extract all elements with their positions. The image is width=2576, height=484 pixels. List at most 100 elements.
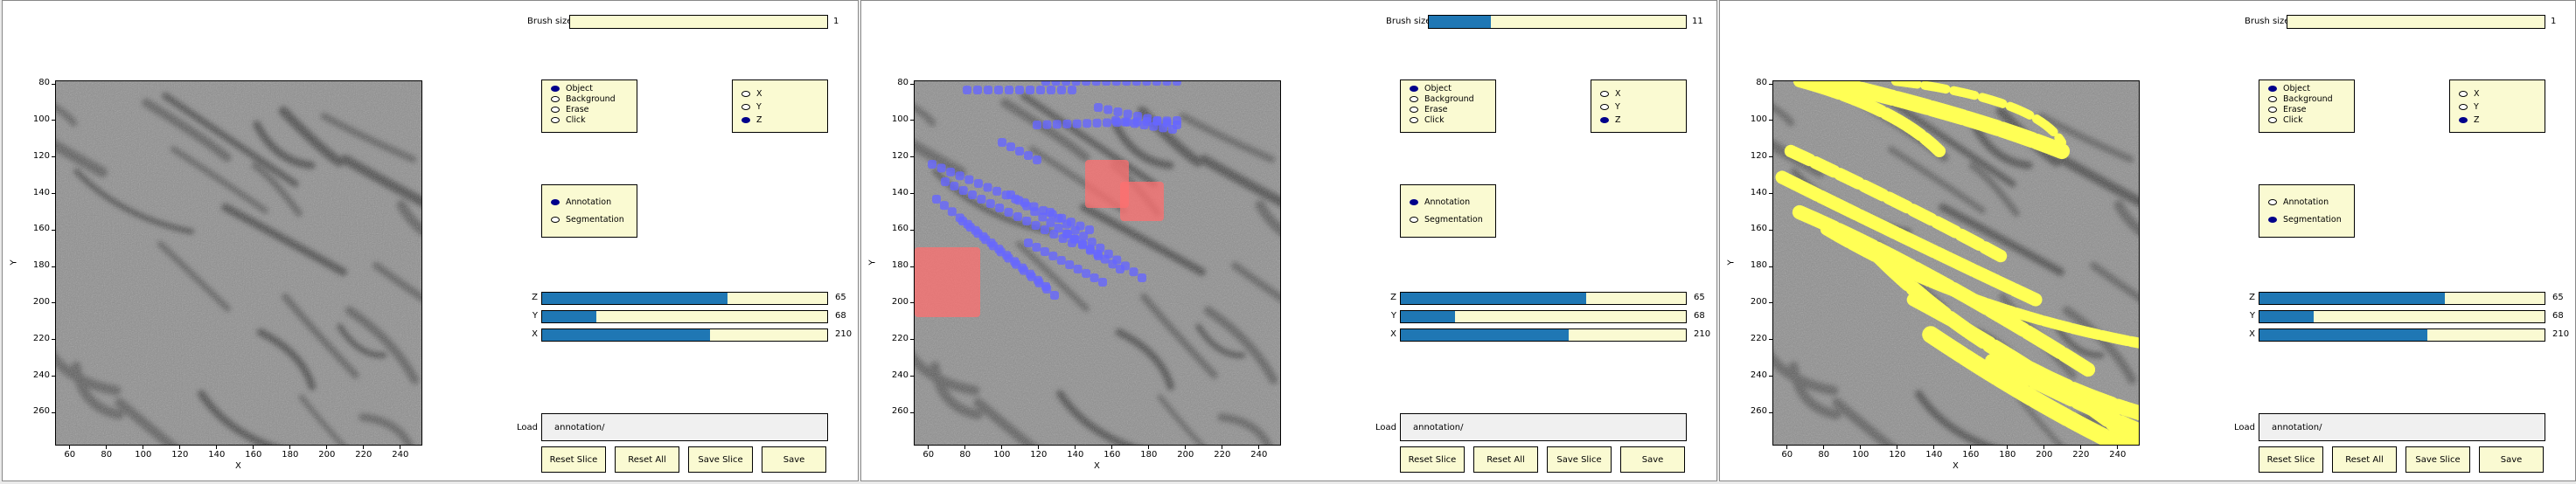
mode-option-erase[interactable]: Erase (2268, 105, 2352, 115)
radio-axis-y[interactable] (1600, 104, 1609, 110)
slider-x[interactable] (1400, 328, 1687, 342)
mode-option-click[interactable]: Click (1410, 115, 1493, 126)
view-option-label: Annotation (566, 197, 612, 207)
axis-option-y[interactable]: Y (2459, 102, 2511, 113)
slider-z[interactable] (1400, 292, 1687, 305)
reset-slice-button[interactable]: Reset Slice (2259, 446, 2323, 473)
axis-option-x[interactable]: X (741, 89, 794, 100)
slider-y[interactable] (2259, 310, 2545, 323)
axis-option-x[interactable]: X (2459, 89, 2511, 100)
image-plot[interactable] (1772, 80, 2140, 446)
mode-option-background[interactable]: Background (2268, 94, 2352, 105)
radio-background[interactable] (1410, 96, 1418, 102)
radio-object[interactable] (2268, 86, 2277, 92)
reset-slice-button[interactable]: Reset Slice (1400, 446, 1465, 473)
view-option-annotation[interactable]: Annotation (2268, 197, 2352, 208)
load-path-input[interactable]: annotation/ (541, 413, 828, 441)
save-slice-button[interactable]: Save Slice (688, 446, 753, 473)
axis-option-x[interactable]: X (1600, 89, 1653, 100)
mode-option-click[interactable]: Click (2268, 115, 2352, 126)
mode-option-click[interactable]: Click (551, 115, 635, 126)
radio-object[interactable] (551, 86, 560, 92)
brush-size-value: 1 (833, 17, 839, 26)
slider-y[interactable] (541, 310, 828, 323)
view-option-annotation[interactable]: Annotation (551, 197, 635, 208)
image-plot[interactable] (55, 80, 422, 446)
radio-erase[interactable] (1410, 107, 1418, 113)
radio-axis-z[interactable] (1600, 117, 1609, 123)
radio-axis-x[interactable] (1600, 91, 1609, 97)
reset-all-button[interactable]: Reset All (615, 446, 679, 473)
load-path-input[interactable]: annotation/ (2259, 413, 2545, 441)
slider-fill (2259, 329, 2428, 341)
object-annotation-dot (1047, 86, 1055, 94)
radio-view-segmentation[interactable] (1410, 217, 1418, 223)
save-slice-button[interactable]: Save Slice (1547, 446, 1612, 473)
brush-size-slider[interactable] (569, 15, 828, 29)
view-option-annotation[interactable]: Annotation (1410, 197, 1493, 208)
image-plot[interactable] (914, 80, 1281, 446)
radio-axis-z[interactable] (2459, 117, 2468, 123)
radio-axis-x[interactable] (2459, 91, 2468, 97)
radio-axis-x[interactable] (741, 91, 750, 97)
view-option-segmentation[interactable]: Segmentation (1410, 215, 1493, 225)
mode-option-background[interactable]: Background (1410, 94, 1493, 105)
object-annotation-dot (1131, 81, 1141, 86)
radio-view-annotation[interactable] (1410, 199, 1418, 205)
axis-option-z[interactable]: Z (2459, 115, 2511, 126)
axis-option-label: Y (756, 102, 762, 112)
radio-axis-z[interactable] (741, 117, 750, 123)
radio-object[interactable] (1410, 86, 1418, 92)
slider-x[interactable] (541, 328, 828, 342)
radio-view-annotation[interactable] (551, 199, 560, 205)
brush-size-slider[interactable] (1428, 15, 1687, 29)
mode-option-background[interactable]: Background (551, 94, 635, 105)
radio-view-annotation[interactable] (2268, 199, 2277, 205)
mode-option-erase[interactable]: Erase (1410, 105, 1493, 115)
y-tick-mark (52, 229, 55, 231)
radio-axis-y[interactable] (2459, 104, 2468, 110)
slider-z[interactable] (2259, 292, 2545, 305)
object-annotation-dot (985, 199, 995, 208)
view-option-segmentation[interactable]: Segmentation (551, 215, 635, 225)
microscopy-image[interactable] (56, 81, 422, 446)
radio-background[interactable] (2268, 96, 2277, 102)
mode-option-object[interactable]: Object (2268, 84, 2352, 94)
radio-erase[interactable] (2268, 107, 2277, 113)
reset-slice-button[interactable]: Reset Slice (541, 446, 606, 473)
axis-option-z[interactable]: Z (1600, 115, 1653, 126)
x-tick-label: 160 (1962, 450, 1980, 460)
radio-background[interactable] (551, 96, 560, 102)
slider-y[interactable] (1400, 310, 1687, 323)
y-tick-label: 120 (32, 150, 50, 161)
slider-z[interactable] (541, 292, 828, 305)
mode-option-erase[interactable]: Erase (551, 105, 635, 115)
microscopy-image[interactable] (915, 81, 1281, 446)
mode-option-object[interactable]: Object (551, 84, 635, 94)
radio-view-segmentation[interactable] (2268, 217, 2277, 223)
radio-view-segmentation[interactable] (551, 217, 560, 223)
radio-axis-y[interactable] (741, 104, 750, 110)
save-button[interactable]: Save (762, 446, 826, 473)
axis-option-y[interactable]: Y (741, 102, 794, 113)
radio-click[interactable] (1410, 117, 1418, 123)
brush-size-slider[interactable] (2287, 15, 2545, 29)
axis-option-y[interactable]: Y (1600, 102, 1653, 113)
view-option-segmentation[interactable]: Segmentation (2268, 215, 2352, 225)
object-annotation-dot (1063, 230, 1072, 239)
x-tick-mark (2117, 446, 2119, 449)
load-path-input[interactable]: annotation/ (1400, 413, 1687, 441)
axis-option-z[interactable]: Z (741, 115, 794, 126)
microscopy-image[interactable] (1773, 81, 2140, 446)
radio-click[interactable] (551, 117, 560, 123)
save-button[interactable]: Save (2479, 446, 2544, 473)
x-tick-mark (1860, 446, 1862, 449)
reset-all-button[interactable]: Reset All (2332, 446, 2397, 473)
radio-erase[interactable] (551, 107, 560, 113)
mode-option-object[interactable]: Object (1410, 84, 1493, 94)
save-button[interactable]: Save (1620, 446, 1685, 473)
slider-x[interactable] (2259, 328, 2545, 342)
radio-click[interactable] (2268, 117, 2277, 123)
reset-all-button[interactable]: Reset All (1473, 446, 1538, 473)
save-slice-button[interactable]: Save Slice (2405, 446, 2470, 473)
